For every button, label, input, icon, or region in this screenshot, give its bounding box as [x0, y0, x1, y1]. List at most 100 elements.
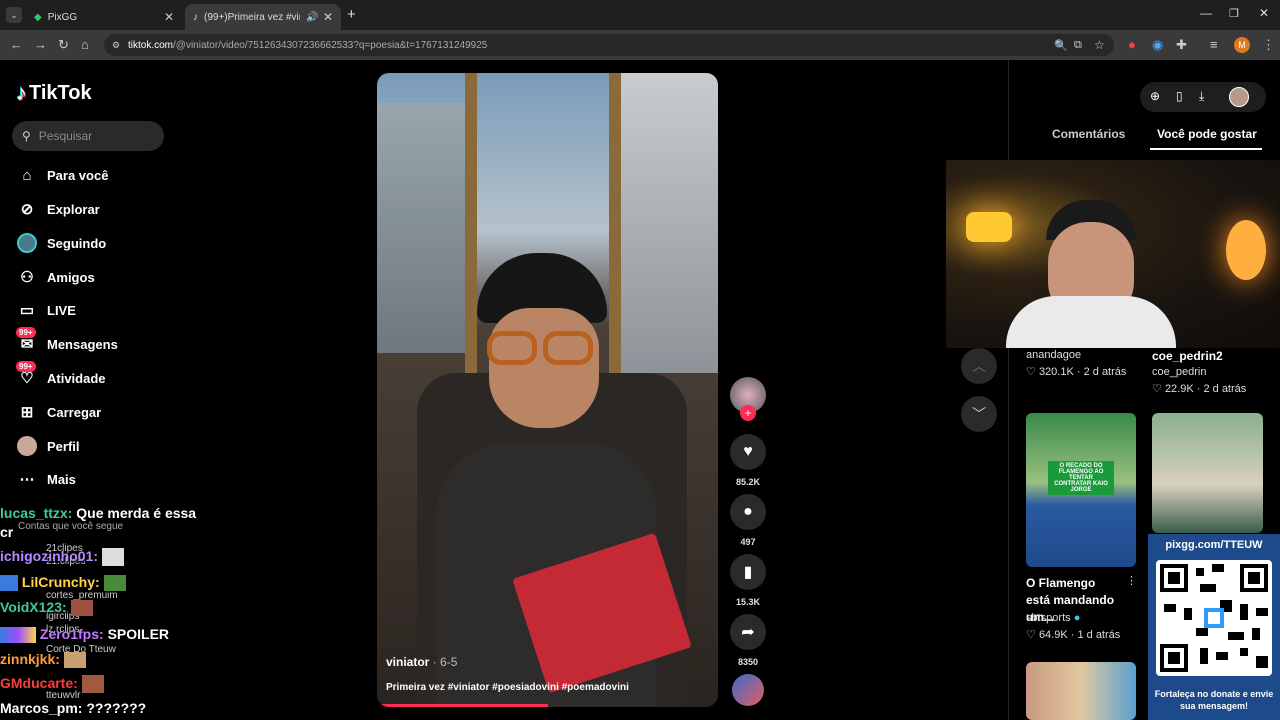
sidebar-item-profile[interactable]: Perfil [16, 434, 80, 458]
video-author[interactable]: viniator · 6-5 [386, 655, 457, 669]
compass-icon: ⊘ [20, 201, 34, 218]
author-name: viniator [386, 655, 430, 669]
site-info-icon[interactable]: ⚙ [112, 40, 120, 51]
card-menu-icon[interactable]: ⋮ [1126, 574, 1137, 587]
install-icon[interactable]: ⧉ [1074, 39, 1082, 52]
card-title[interactable]: coe_pedrin2 [1152, 349, 1223, 363]
card-user[interactable]: coe_pedrin [1152, 366, 1206, 378]
tiktok-logo[interactable]: ♪ TikTok [16, 80, 92, 106]
sidebar-item-for-you[interactable]: ⌂ Para você [16, 163, 108, 187]
extensions-puzzle-icon[interactable]: ✚ [1176, 36, 1187, 54]
forward-icon[interactable]: → [34, 36, 47, 54]
zoom-icon[interactable]: 🔍 [1054, 39, 1068, 52]
card-likes: 64.9K [1038, 629, 1068, 641]
sidebar-item-friends[interactable]: ⚇ Amigos [16, 265, 95, 289]
search-input[interactable]: ⚲ Pesquisar [12, 121, 164, 151]
download-icon[interactable]: ⤓ [1199, 89, 1204, 104]
profile-avatar-browser-icon[interactable]: M [1234, 37, 1250, 53]
sidebar-item-explore[interactable]: ⊘ Explorar [16, 197, 100, 221]
save-count: 15.3K [735, 597, 761, 607]
close-icon[interactable]: ✕ [164, 10, 174, 24]
card-user[interactable]: sbtsports ● [1026, 612, 1080, 624]
tab-tiktok[interactable]: ♪ (99+)Primeira vez #viniator 🔊 ✕ [185, 4, 341, 30]
share-button[interactable]: ➦ 8350 [730, 614, 766, 667]
share-count: 8350 [737, 657, 759, 667]
media-control-icon[interactable]: ≡ [1210, 36, 1218, 54]
minimize-icon[interactable]: — [1200, 6, 1212, 20]
sidebar-item-activity[interactable]: ♡ 99+ Atividade [16, 361, 106, 390]
sidebar-item-upload[interactable]: ⊞ Carregar [16, 400, 102, 424]
video-thumbnail[interactable] [1026, 662, 1136, 720]
following-header: Contas que você segue [18, 521, 124, 532]
share-icon: ➦ [730, 614, 766, 650]
active-tab-underline [1150, 148, 1262, 150]
coins-icon[interactable]: ⊕ [1150, 89, 1160, 103]
upload-icon: ⊞ [20, 404, 34, 421]
video-thumbnail[interactable]: O RECADO DO FLAMENGO AO TENTAR CONTRATAR… [1026, 413, 1136, 567]
reload-icon[interactable]: ↻ [58, 36, 69, 54]
follow-plus-icon[interactable]: + [740, 405, 756, 421]
url-path: /@viniator/video/7512634307236662533?q=p… [173, 39, 488, 51]
sound-disc[interactable] [730, 674, 766, 706]
live-icon: ▭ [19, 302, 35, 319]
card-age: 2 d atrás [1083, 366, 1127, 378]
restore-icon[interactable]: ❐ [1229, 7, 1239, 20]
phone-icon[interactable]: ▯ [1176, 89, 1183, 103]
tab-pixgg[interactable]: ◆ PixGG ✕ [26, 4, 182, 30]
tab-search-button[interactable]: ⌄ [6, 7, 22, 23]
card-user[interactable]: anandagoe [1026, 349, 1081, 361]
sidebar-item-label: Amigos [47, 269, 95, 285]
bookmark-icon: ▮ [730, 554, 766, 590]
video-player[interactable]: viniator · 6-5 Primeira vez #viniator #p… [377, 73, 718, 707]
messages-icon: ✉ 99+ [16, 327, 38, 355]
video-thumbnail[interactable] [1152, 413, 1263, 533]
extension-red-icon[interactable]: ● [1128, 36, 1136, 54]
chat-emote-icon [81, 675, 104, 694]
heart-icon: ♥ [730, 434, 766, 470]
sidebar-item-more[interactable]: ⋯ Mais [16, 467, 76, 491]
chat-emote-icon [63, 652, 86, 669]
home-browser-icon[interactable]: ⌂ [81, 36, 89, 54]
chat-emote-icon [103, 575, 126, 592]
tab-comments[interactable]: Comentários [1052, 127, 1125, 141]
chat-message: Marcos_pm: ??????? [0, 700, 146, 716]
brand-name: TikTok [29, 81, 92, 104]
sidebar-item-label: Seguindo [47, 235, 107, 251]
save-button[interactable]: ▮ 15.3K [730, 554, 766, 607]
tiktok-note-icon: ♪ [16, 80, 27, 105]
next-video-button[interactable]: ﹀ [961, 396, 997, 432]
bookmark-star-icon[interactable]: ☆ [1094, 38, 1105, 52]
back-icon[interactable]: ← [10, 36, 23, 54]
sidebar-item-following[interactable]: Seguindo [16, 231, 106, 255]
tab-label: (99+)Primeira vez #viniator [204, 11, 300, 23]
search-icon: ⚲ [22, 129, 31, 143]
chat-emote-icon [70, 600, 93, 617]
speaker-icon[interactable]: 🔊 [306, 12, 318, 23]
sidebar-item-messages[interactable]: ✉ 99+ Mensagens [16, 327, 118, 356]
friends-icon: ⚇ [20, 269, 34, 286]
lamp [1226, 220, 1266, 280]
address-bar[interactable]: ⚙ tiktok.com/@viniator/video/75126343072… [104, 34, 1114, 56]
streamer [1006, 200, 1176, 348]
qr-code-icon [1160, 564, 1268, 672]
chat-user: Zero1fps: [39, 626, 104, 642]
author-avatar[interactable]: + [730, 377, 766, 421]
comment-button[interactable]: ● 497 [730, 494, 766, 547]
card-stats: ♡ 320.1K · 2 d atrás [1026, 366, 1127, 378]
previous-video-button[interactable]: ︿ [961, 348, 997, 384]
extension-audio-icon[interactable]: ◉ [1152, 36, 1163, 54]
close-icon[interactable]: ✕ [323, 10, 333, 24]
like-button[interactable]: ♥ 85.2K [730, 434, 766, 487]
chat-user: cr [0, 524, 14, 540]
chat-text: SPOILER [107, 626, 170, 642]
qr-caption: Fortaleça no donate e envie sua mensagem… [1154, 689, 1274, 711]
tab-you-may-like[interactable]: Você pode gostar [1157, 127, 1257, 141]
verified-icon: ● [1073, 612, 1081, 624]
new-tab-button[interactable]: + [347, 6, 356, 23]
window-close-icon[interactable]: ✕ [1259, 6, 1269, 20]
user-avatar[interactable] [1229, 87, 1249, 107]
sidebar-item-live[interactable]: ▭ LIVE [16, 298, 76, 322]
menu-kebab-icon[interactable]: ⋮ [1262, 36, 1275, 54]
chat-message: LilCrunchy: [0, 574, 126, 592]
video-progress-bar[interactable] [377, 704, 548, 707]
